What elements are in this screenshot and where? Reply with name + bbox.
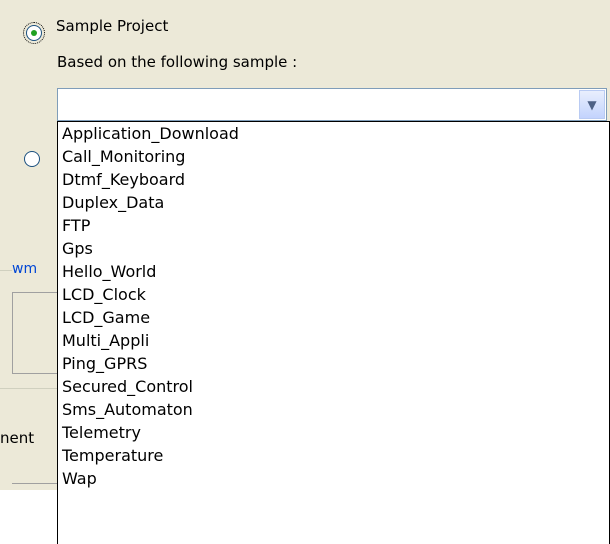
list-item[interactable]: FTP: [58, 214, 609, 237]
list-item[interactable]: Hello_World: [58, 260, 609, 283]
list-item[interactable]: Telemetry: [58, 421, 609, 444]
list-item[interactable]: Ping_GPRS: [58, 352, 609, 375]
list-item[interactable]: Multi_Appli: [58, 329, 609, 352]
list-item[interactable]: Wap: [58, 467, 609, 490]
list-item[interactable]: Dtmf_Keyboard: [58, 168, 609, 191]
group-inner-box: [12, 292, 58, 374]
list-item[interactable]: Call_Monitoring: [58, 145, 609, 168]
list-item[interactable]: Sms_Automaton: [58, 398, 609, 421]
sample-project-label: Sample Project: [56, 17, 169, 35]
sample-dropdown-list[interactable]: Application_Download Call_Monitoring Dtmf_…: [57, 121, 610, 544]
list-item[interactable]: Gps: [58, 237, 609, 260]
other-option-radio[interactable]: [24, 151, 40, 167]
list-item[interactable]: Duplex_Data: [58, 191, 609, 214]
combo-dropdown-button[interactable]: ▼: [579, 90, 605, 119]
sample-list: Application_Download Call_Monitoring Dtmf_…: [58, 122, 609, 490]
list-item[interactable]: Secured_Control: [58, 375, 609, 398]
based-on-sample-label: Based on the following sample :: [57, 53, 298, 71]
separator-line: [12, 483, 57, 484]
chevron-down-icon: ▼: [587, 97, 597, 112]
list-item[interactable]: LCD_Clock: [58, 283, 609, 306]
list-item[interactable]: Application_Download: [58, 122, 609, 145]
group-frame-label: wm: [12, 261, 38, 277]
partial-component-label: nent: [0, 429, 35, 447]
list-item[interactable]: Temperature: [58, 444, 609, 467]
sample-combo-box[interactable]: ▼: [57, 88, 607, 121]
group-frame-bottom-line: [0, 388, 57, 389]
group-frame-top-line: [0, 270, 12, 271]
list-item[interactable]: LCD_Game: [58, 306, 609, 329]
sample-project-radio[interactable]: [23, 22, 45, 44]
